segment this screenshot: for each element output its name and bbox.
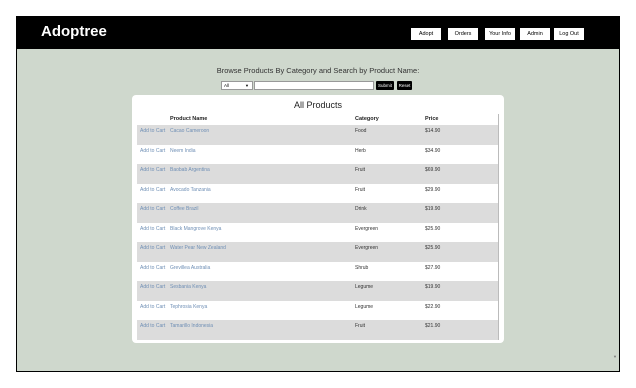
product-category: Legume — [355, 284, 374, 290]
add-to-cart-link[interactable]: Add to Cart — [140, 284, 165, 291]
category-select-value: All — [224, 83, 230, 88]
product-name-link[interactable]: Water Pear New Zealand — [170, 245, 226, 251]
product-price: $19.90 — [425, 206, 441, 212]
product-name-link[interactable]: Neem India — [170, 148, 196, 154]
header-price: Price — [425, 116, 439, 122]
product-name-link[interactable]: Cacao Cameroon — [170, 128, 209, 134]
nav-logout-button[interactable]: Log Out — [553, 27, 585, 41]
product-price: $21.90 — [425, 323, 441, 329]
add-to-cart-link[interactable]: Add to Cart — [140, 226, 165, 233]
product-price: $27.90 — [425, 264, 441, 271]
nav-your-info-button[interactable]: Your Info — [484, 27, 516, 41]
product-name-link[interactable]: Grevillea Australia — [170, 265, 210, 271]
table-row: Add to Cart Tephrosia Kenya Legume $22.9… — [137, 301, 498, 321]
product-price: $29.90 — [425, 186, 441, 193]
scroll-down-arrow-icon[interactable]: ▼ — [613, 354, 617, 359]
submit-button[interactable]: Submit — [376, 81, 394, 90]
products-table: Product Name Category Price Add to Cart … — [137, 114, 499, 340]
product-category: Fruit — [355, 167, 365, 173]
product-price: $25.90 — [425, 225, 441, 232]
browse-heading: Browse Products By Category and Search b… — [216, 66, 420, 75]
table-row: Add to Cart Cacao Cameroon Food $14.90 — [137, 125, 498, 145]
add-to-cart-link[interactable]: Add to Cart — [140, 323, 165, 330]
table-row: Add to Cart Avocado Tanzania Fruit $29.9… — [137, 184, 498, 204]
product-price: $14.90 — [425, 128, 441, 134]
category-select[interactable]: All ▼ — [221, 81, 253, 90]
nav-admin-button[interactable]: Admin — [519, 27, 551, 41]
product-category: Legume — [355, 303, 374, 310]
product-price: $69.90 — [425, 167, 441, 173]
product-price: $25.90 — [425, 245, 441, 251]
reset-button[interactable]: Reset — [397, 81, 412, 90]
products-panel: All Products Product Name Category Price… — [132, 95, 504, 343]
product-name-link[interactable]: Tephrosia Kenya — [170, 304, 207, 310]
product-price: $19.90 — [425, 284, 441, 290]
product-category: Fruit — [355, 323, 365, 329]
browser-viewport: Adoptree Adopt Orders Your Info Admin Lo… — [16, 16, 620, 372]
table-row: Add to Cart Neem India Herb $34.90 — [137, 145, 498, 165]
table-header: Product Name Category Price — [137, 114, 498, 125]
product-category: Shrub — [355, 264, 369, 271]
table-row: Add to Cart Coffee Brazil Drink $19.90 — [137, 203, 498, 223]
add-to-cart-link[interactable]: Add to Cart — [140, 187, 165, 194]
product-category: Evergreen — [355, 225, 379, 232]
product-price: $34.90 — [425, 147, 441, 154]
product-name-link[interactable]: Coffee Brazil — [170, 206, 199, 212]
product-name-link[interactable]: Sesbania Kenya — [170, 284, 206, 290]
chevron-down-icon: ▼ — [245, 83, 249, 88]
product-name-link[interactable]: Baobab Argentina — [170, 167, 210, 173]
product-name-link[interactable]: Tamarillo Indonesia — [170, 323, 213, 329]
add-to-cart-link[interactable]: Add to Cart — [140, 148, 165, 155]
header-product-name: Product Name — [170, 116, 208, 122]
search-input[interactable] — [254, 81, 374, 90]
top-navbar: Adoptree Adopt Orders Your Info Admin Lo… — [17, 17, 619, 49]
product-category: Evergreen — [355, 245, 379, 251]
products-title: All Products — [293, 100, 343, 110]
table-row: Add to Cart Tamarillo Indonesia Fruit $2… — [137, 320, 498, 340]
product-name-link[interactable]: Avocado Tanzania — [170, 187, 211, 193]
product-price: $22.90 — [425, 303, 441, 310]
table-row: Add to Cart Grevillea Australia Shrub $2… — [137, 262, 498, 282]
add-to-cart-link[interactable]: Add to Cart — [140, 245, 165, 252]
add-to-cart-link[interactable]: Add to Cart — [140, 206, 165, 213]
product-name-link[interactable]: Black Mangrove Kenya — [170, 226, 221, 232]
product-category: Drink — [355, 206, 367, 212]
table-row: Add to Cart Baobab Argentina Fruit $69.9… — [137, 164, 498, 184]
product-category: Fruit — [355, 186, 365, 193]
nav-adopt-button[interactable]: Adopt — [410, 27, 442, 41]
product-category: Food — [355, 128, 367, 134]
add-to-cart-link[interactable]: Add to Cart — [140, 265, 165, 272]
add-to-cart-link[interactable]: Add to Cart — [140, 128, 165, 135]
header-category: Category — [355, 116, 379, 122]
table-row: Add to Cart Water Pear New Zealand Everg… — [137, 242, 498, 262]
table-row: Add to Cart Sesbania Kenya Legume $19.90 — [137, 281, 498, 301]
table-row: Add to Cart Black Mangrove Kenya Evergre… — [137, 223, 498, 243]
nav-orders-button[interactable]: Orders — [447, 27, 479, 41]
product-category: Herb — [355, 147, 366, 154]
brand-logo[interactable]: Adoptree — [41, 23, 107, 40]
add-to-cart-link[interactable]: Add to Cart — [140, 304, 165, 311]
add-to-cart-link[interactable]: Add to Cart — [140, 167, 165, 174]
